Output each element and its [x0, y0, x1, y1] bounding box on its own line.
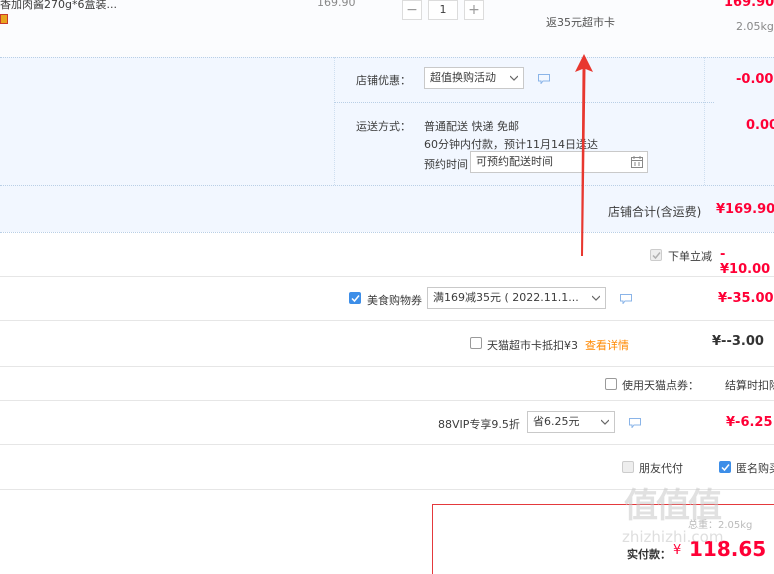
tmall-points-label: 使用天猫点券：: [622, 379, 699, 392]
shipping-amount: 0.00: [746, 118, 774, 133]
shop-discount-select[interactable]: 超值换购活动: [424, 67, 524, 89]
message-icon[interactable]: [620, 294, 632, 304]
food-coupon-label: 美食购物券: [367, 294, 422, 307]
divider: [334, 102, 714, 103]
check-icon: [351, 295, 360, 303]
annotation-arrow: [575, 54, 593, 256]
divider: [0, 400, 774, 401]
shop-discount-label: 店铺优惠：: [356, 74, 411, 87]
reserve-time-input[interactable]: 可预约配送时间: [470, 151, 648, 173]
chevron-down-icon: [510, 75, 518, 81]
watermark-site: zhizhizhi.com: [622, 528, 724, 546]
vip-label: 88VIP专享9.5折: [438, 418, 520, 431]
food-coupon-checkbox[interactable]: [349, 292, 361, 304]
food-coupon-select[interactable]: 满169减35元 ( 2022.11.1...: [427, 287, 606, 309]
supermarket-card-details-link[interactable]: 查看详情: [585, 337, 629, 353]
product-weight: 2.05kg: [736, 20, 774, 33]
rebate-note: 返35元超市卡: [546, 16, 615, 29]
product-unit-price: 169.90: [317, 0, 356, 9]
divider: [0, 444, 774, 445]
watermark-logo: 值值值: [624, 478, 722, 527]
divider: [334, 57, 335, 185]
vip-selected: 省6.25元: [533, 415, 580, 428]
divider: [0, 57, 774, 58]
supermarket-card-label: 天猫超市卡抵扣¥3: [487, 339, 578, 352]
vip-select[interactable]: 省6.25元: [527, 411, 615, 433]
instant-discount-label: 下单立减: [668, 250, 712, 263]
anonymous-label: 匿名购买: [736, 462, 774, 475]
divider: [0, 320, 774, 321]
reserve-time-label: 预约时间: [424, 158, 468, 171]
food-coupon-selected: 满169减35元 ( 2022.11.1...: [433, 291, 579, 304]
shop-total-amount: ¥169.90: [716, 202, 774, 217]
message-icon[interactable]: [629, 418, 641, 428]
anonymous-checkbox[interactable]: [719, 461, 731, 473]
payment-label: 实付款：: [627, 548, 671, 561]
divider: [704, 57, 705, 185]
food-coupon-amount: ¥-35.00: [718, 291, 774, 306]
watermark-logo-text: 值值值: [624, 486, 722, 526]
friend-pay-label: 朋友代付: [639, 462, 683, 475]
product-name[interactable]: 香加肉酱270g*6盒装...: [0, 0, 117, 12]
instant-discount-amount: -¥10.00: [720, 247, 771, 277]
tmall-points-note: 结算时扣除: [725, 379, 774, 392]
shipping-method: 普通配送 快递 免邮: [424, 120, 519, 133]
message-icon[interactable]: [538, 74, 550, 84]
check-icon: [721, 464, 730, 472]
shipping-label: 运送方式：: [356, 120, 411, 133]
shop-discount-amount: -0.00: [736, 72, 774, 87]
product-subtotal: 169.90: [724, 0, 774, 10]
divider: [0, 185, 774, 186]
product-tag-icon: [0, 14, 8, 24]
divider: [0, 276, 774, 277]
chevron-down-icon: [601, 419, 609, 425]
calendar-icon: [631, 156, 643, 168]
divider: [0, 232, 774, 233]
quantity-increase-button[interactable]: +: [464, 0, 484, 20]
instant-discount-checkbox[interactable]: [650, 249, 662, 261]
check-icon: [652, 252, 661, 260]
friend-pay-checkbox[interactable]: [622, 461, 634, 473]
shop-total-label: 店铺合计(含运费): [608, 205, 702, 219]
quantity-decrease-button[interactable]: −: [402, 0, 422, 20]
supermarket-card-checkbox[interactable]: [470, 337, 482, 349]
supermarket-card-amount: ¥--3.00: [712, 334, 764, 349]
vip-amount: ¥-6.25: [726, 415, 773, 430]
reserve-time-placeholder: 可预约配送时间: [476, 155, 553, 168]
shop-discount-selected: 超值换购活动: [430, 71, 496, 84]
quantity-input[interactable]: 1: [428, 0, 458, 20]
divider: [0, 366, 774, 367]
chevron-down-icon: [592, 295, 600, 301]
tmall-points-checkbox[interactable]: [605, 378, 617, 390]
